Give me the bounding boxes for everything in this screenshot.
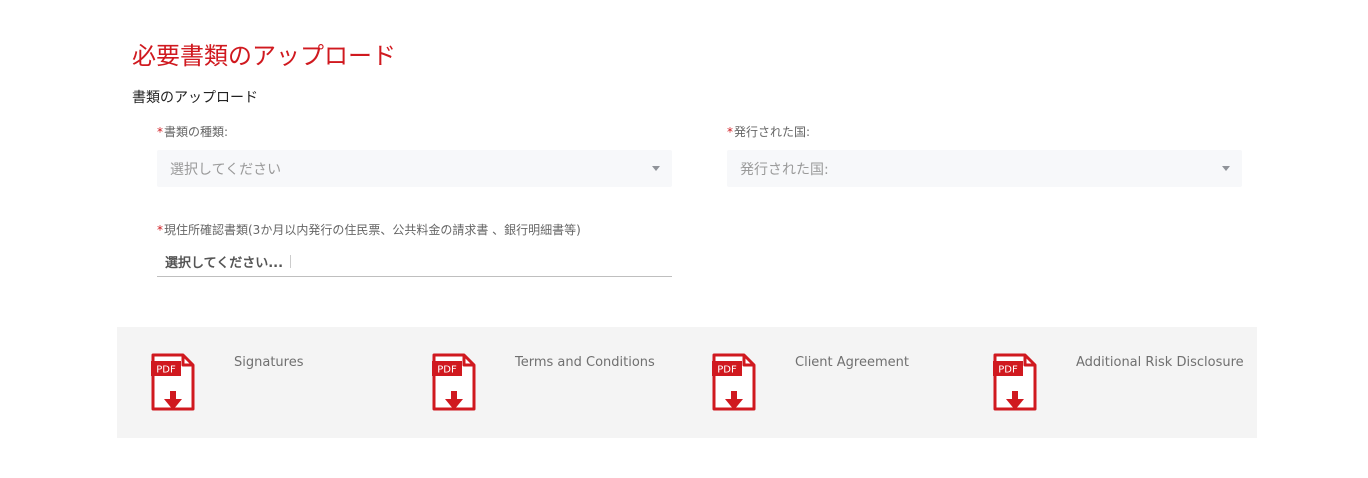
caret-down-icon (652, 166, 660, 171)
pdf-download-icon: PDF (432, 353, 476, 411)
document-type-field: *書類の種類: 選択してください (157, 124, 672, 187)
documents-panel: PDF Signatures PDF Terms and Conditions (117, 327, 1257, 438)
address-proof-file-input[interactable]: 選択してください... (157, 246, 672, 277)
document-link-client-agreement[interactable]: PDF Client Agreement (678, 327, 958, 438)
required-mark: * (157, 125, 163, 139)
issuing-country-select[interactable]: 発行された国: (727, 150, 1242, 187)
document-type-placeholder: 選択してください (170, 161, 282, 178)
caret-down-icon (1222, 166, 1230, 171)
pdf-download-icon: PDF (151, 353, 195, 411)
section-title: 書類のアップロード (132, 90, 258, 106)
upload-documents-page: 必要書類のアップロード 書類のアップロード *書類の種類: 選択してください *… (0, 0, 1368, 478)
address-proof-field: *現住所確認書類(3か月以内発行の住民票、公共料金の請求書 、銀行明細書等) 選… (157, 222, 672, 277)
text-cursor (290, 254, 292, 268)
pdf-download-icon: PDF (993, 353, 1037, 411)
svg-text:PDF: PDF (156, 365, 176, 376)
document-link-additional-risk-disclosure[interactable]: PDF Additional Risk Disclosure (959, 327, 1244, 438)
document-label: Additional Risk Disclosure (1076, 355, 1244, 370)
required-mark: * (727, 125, 733, 139)
address-proof-label-text: 現住所確認書類(3か月以内発行の住民票、公共料金の請求書 、銀行明細書等) (164, 223, 581, 237)
document-link-terms-and-conditions[interactable]: PDF Terms and Conditions (398, 327, 678, 438)
document-type-select[interactable]: 選択してください (157, 150, 672, 187)
document-type-label-text: 書類の種類: (164, 125, 229, 139)
document-label: Terms and Conditions (515, 355, 655, 370)
svg-text:PDF: PDF (717, 365, 737, 376)
svg-text:PDF: PDF (998, 365, 1018, 376)
pdf-download-icon: PDF (712, 353, 756, 411)
page-title: 必要書類のアップロード (132, 42, 396, 70)
issuing-country-placeholder: 発行された国: (740, 161, 829, 178)
issuing-country-label-text: 発行された国: (734, 125, 811, 139)
issuing-country-field: *発行された国: 発行された国: (727, 124, 1242, 187)
address-proof-label: *現住所確認書類(3か月以内発行の住民票、公共料金の請求書 、銀行明細書等) (157, 222, 672, 238)
document-label: Client Agreement (795, 355, 909, 370)
document-type-label: *書類の種類: (157, 124, 672, 140)
issuing-country-label: *発行された国: (727, 124, 1242, 140)
address-proof-placeholder: 選択してください... (165, 255, 284, 271)
document-link-signatures[interactable]: PDF Signatures (117, 327, 397, 438)
required-mark: * (157, 223, 163, 237)
document-label: Signatures (234, 355, 304, 370)
svg-text:PDF: PDF (437, 365, 457, 376)
